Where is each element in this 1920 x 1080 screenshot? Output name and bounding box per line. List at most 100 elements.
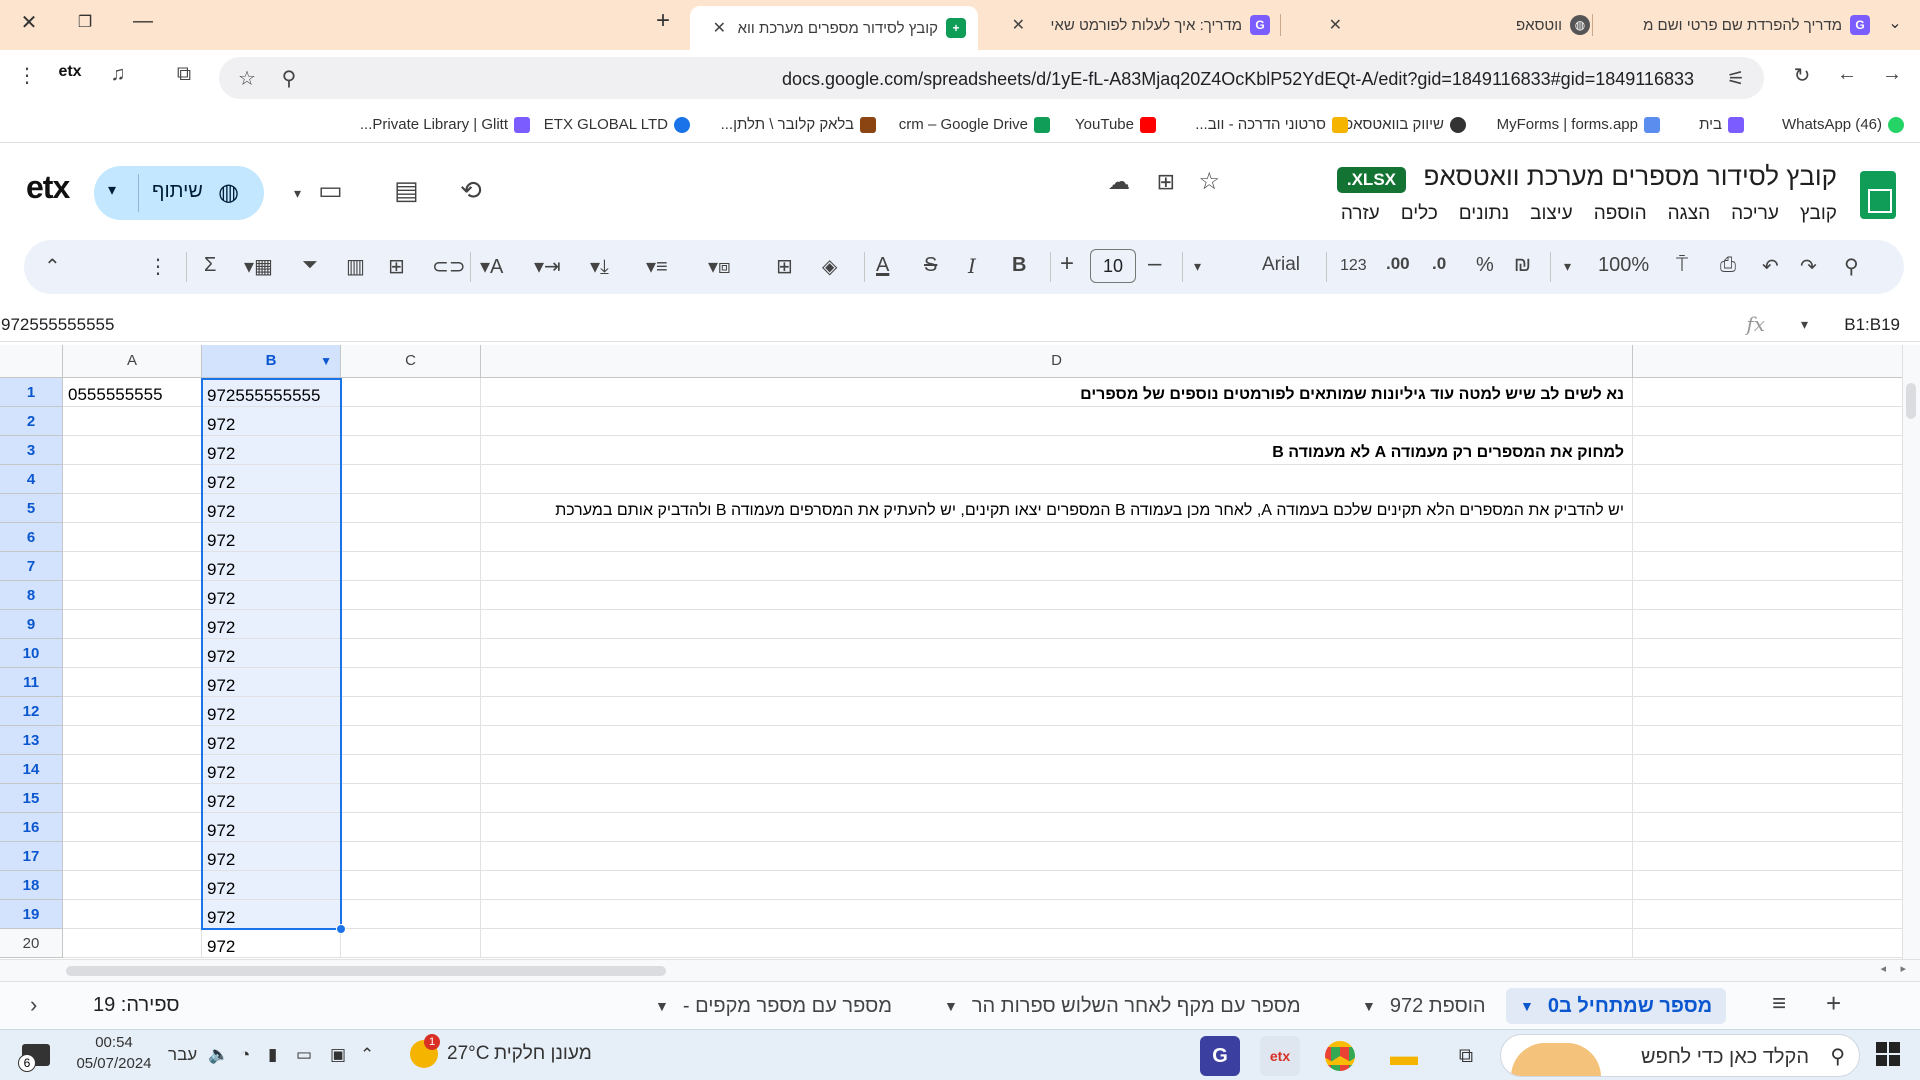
sheet-tab-add-972[interactable]: הוספת 972 ▼ [1362,988,1486,1024]
cell-a[interactable] [63,436,202,465]
cell-c[interactable] [341,668,481,697]
row-header[interactable]: 20 [0,929,63,958]
bold-icon[interactable]: B [1012,254,1026,277]
cell-b[interactable]: 972 [202,523,341,552]
add-sheet-icon[interactable]: + [1826,988,1841,1019]
cell-b[interactable]: 972 [202,407,341,436]
filter-icon[interactable]: ⏷ [302,254,318,277]
microphone-icon[interactable]: ▮ [268,1045,277,1065]
cell-d[interactable] [481,610,1633,639]
video-camera-icon[interactable]: ▭ [318,175,343,206]
cell-c[interactable] [341,465,481,494]
cell-a[interactable] [63,581,202,610]
chevron-down-icon[interactable]: ▾ [108,180,116,200]
cell-e[interactable] [1633,813,1903,842]
cell-e[interactable] [1633,755,1903,784]
reload-icon[interactable]: ↻ [1788,63,1816,88]
row-header[interactable]: 3 [0,436,63,465]
select-all-corner[interactable] [0,345,63,378]
battery-icon[interactable]: ▭ [296,1045,312,1065]
cell-d[interactable] [481,639,1633,668]
weather-description[interactable]: מעונן חלקית [494,1043,592,1065]
new-tab-button[interactable]: + [648,7,678,35]
cell-c[interactable] [341,436,481,465]
strikethrough-icon[interactable]: S [924,254,937,277]
search-menus-icon[interactable]: ⚲ [1844,254,1859,279]
cell-e[interactable] [1633,581,1903,610]
cell-a[interactable]: 0555555555 [63,378,202,407]
cell-b[interactable]: 972 [202,436,341,465]
cell-a[interactable] [63,755,202,784]
borders-icon[interactable]: ⊞ [776,254,793,279]
glitter-app-icon[interactable]: G [1200,1036,1240,1076]
cell-d[interactable] [481,755,1633,784]
insert-chart-icon[interactable]: ▥ [346,254,365,279]
extensions-puzzle-icon[interactable]: ⧉ [170,63,198,86]
row-header[interactable]: 13 [0,726,63,755]
weather-temperature[interactable]: 27°C [447,1043,489,1065]
taskbar-search-box[interactable]: הקלד כאן כדי לחפש ⚲ [1500,1034,1860,1077]
menu-file[interactable]: קובץ [1800,203,1837,225]
wifi-icon[interactable]: ◔ [240,1045,250,1065]
cell-d[interactable] [481,407,1633,436]
more-options-icon[interactable]: ⋮ [148,254,168,279]
collapse-toolbar-icon[interactable]: ⌃ [44,254,61,279]
name-box[interactable]: B1:B19 [1844,315,1900,335]
row-header[interactable]: 8 [0,581,63,610]
browser-tab[interactable]: ◍ ווטסאפ ✕ [1290,8,1590,42]
cell-a[interactable] [63,813,202,842]
cell-a[interactable] [63,900,202,929]
cell-c[interactable] [341,697,481,726]
filter-views-icon[interactable]: ▾▦ [244,254,273,279]
cell-b[interactable]: 972 [202,465,341,494]
cell-c[interactable] [341,813,481,842]
cell-b[interactable]: 972 [202,610,341,639]
insert-comment-icon[interactable]: ⊞ [388,254,405,279]
cell-d[interactable] [481,929,1633,958]
cell-d[interactable] [481,581,1633,610]
cell-c[interactable] [341,726,481,755]
cell-a[interactable] [63,610,202,639]
decrease-font-size-icon[interactable]: – [1148,250,1161,278]
cell-c[interactable] [341,900,481,929]
cell-c[interactable] [341,639,481,668]
row-header[interactable]: 9 [0,610,63,639]
account-logo[interactable]: etx [26,169,70,206]
cell-e[interactable] [1633,929,1903,958]
cell-e[interactable] [1633,494,1903,523]
bookmark-youtube[interactable]: YouTube [1075,116,1156,133]
menu-format[interactable]: עיצוב [1530,203,1573,225]
cell-e[interactable] [1633,378,1903,407]
file-explorer-icon[interactable]: ▬ [1384,1036,1424,1076]
sheet-tab-multiple-dashes[interactable]: מספר עם מספר מקפים - ▼ [655,988,892,1024]
row-header[interactable]: 2 [0,407,63,436]
text-rotation-icon[interactable]: ▾A [480,254,503,279]
menu-view[interactable]: הצגה [1668,203,1710,225]
currency-format-button[interactable]: ₪ [1514,254,1531,277]
cell-d[interactable] [481,871,1633,900]
close-tab-icon[interactable]: ✕ [1012,15,1025,35]
cell-d[interactable]: יש להדביק את המספרים הלא תקינים שלכם בעמ… [481,494,1633,523]
weather-sun-icon[interactable]: 1 [410,1034,440,1068]
row-header[interactable]: 17 [0,842,63,871]
expand-side-panel-icon[interactable]: › [30,992,37,1018]
bookmark-black-clover[interactable]: בלאק קלובר \ תלתן... [721,116,876,133]
menu-tools[interactable]: כלים [1401,203,1438,225]
meet-now-icon[interactable]: ▣ [330,1045,346,1065]
cell-b[interactable]: 972 [202,842,341,871]
comments-icon[interactable]: ▤ [394,175,419,206]
menu-data[interactable]: נתונים [1459,203,1509,225]
cell-d[interactable] [481,465,1633,494]
bookmark-whatsapp-marketing[interactable]: שיווק בוואטסאפ [1344,116,1466,133]
forward-arrow-icon[interactable]: → [1878,63,1906,86]
vertical-scroll-thumb[interactable] [1906,383,1916,419]
row-header[interactable]: 12 [0,697,63,726]
row-header[interactable]: 1 [0,378,63,407]
restore-window-icon[interactable]: ❐ [70,12,100,32]
row-header[interactable]: 16 [0,813,63,842]
cell-d[interactable]: נא לשים לב שיש למטה עוד גיליונות שמותאים… [481,378,1633,407]
cell-e[interactable] [1633,900,1903,929]
document-title[interactable]: קובץ לסידור מספרים מערכת וואטסאפ [1423,161,1837,192]
font-family-select[interactable]: Arial [1262,254,1300,276]
zoom-dropdown-icon[interactable]: ▾ [1564,258,1571,275]
